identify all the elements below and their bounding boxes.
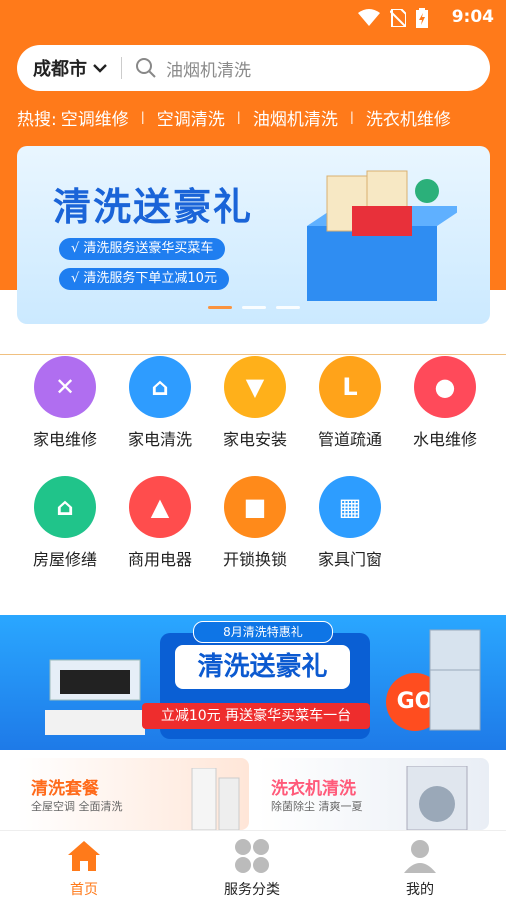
washing-machine-illustration [406, 766, 468, 830]
hot-search-item[interactable]: 油烟机清洗 [253, 105, 338, 130]
banner-line: √ 清洗服务下单立减10元 [59, 268, 229, 290]
hot-search-item[interactable]: 空调维修 [61, 105, 129, 130]
water-drop-icon: ● [414, 356, 476, 418]
air-conditioner-illustration [191, 768, 240, 830]
tab-label: 服务分类 [224, 882, 280, 898]
category-item[interactable]: ⌂ 家电清洗 [120, 356, 200, 450]
category-label: 房屋修缮 [32, 550, 97, 569]
hot-search-label: 热搜: [17, 109, 57, 130]
fridge-illustration [429, 629, 481, 731]
promo-subtitle: 立减10元 再送豪华买菜车一台 [142, 703, 370, 729]
promo-strip[interactable]: 8月清洗特惠礼 清洗送豪礼 立减10元 再送豪华买菜车一台 GO [0, 615, 506, 750]
carousel-dot[interactable] [241, 306, 266, 309]
category-item[interactable]: L 管道疏通 [310, 356, 390, 450]
no-sim-icon [390, 9, 406, 27]
drill-icon: ▼ [224, 356, 286, 418]
tab-home[interactable]: 首页 [0, 831, 168, 901]
city-label: 成都市 [33, 59, 87, 80]
window-icon: ▦ [319, 476, 381, 538]
search-bar[interactable]: 成都市 油烟机清洗 [17, 45, 490, 91]
wifi-icon [358, 9, 380, 26]
search-divider [121, 57, 122, 79]
appliance-icon: ▲ [129, 476, 191, 538]
carousel-dot[interactable] [207, 306, 232, 309]
category-label: 商用电器 [127, 550, 192, 569]
promo-banner-carousel[interactable]: 清洗送豪礼 √ 清洗服务送豪华买菜车 √ 清洗服务下单立减10元 [17, 146, 490, 324]
category-label: 家电清洗 [127, 430, 192, 449]
status-bar: 9:04 [0, 0, 506, 34]
banner-title: 清洗送豪礼 [53, 185, 254, 229]
tab-profile[interactable]: 我的 [336, 831, 504, 901]
battery-icon [416, 8, 428, 28]
category-item[interactable]: ⌂ 房屋修缮 [25, 476, 105, 570]
house-icon: ⌂ [34, 476, 96, 538]
category-label: 家电安装 [222, 430, 287, 449]
category-item[interactable]: ✕ 家电维修 [25, 356, 105, 450]
carousel-dot[interactable] [275, 306, 300, 309]
tab-label: 首页 [70, 882, 98, 898]
category-label: 家电维修 [32, 430, 97, 449]
carousel-dots [17, 306, 490, 309]
section-divider [0, 354, 506, 355]
service-card[interactable]: 洗衣机清洗 除菌除尘 清爽一夏 [257, 758, 489, 830]
promo-tag: 8月清洗特惠礼 [193, 621, 333, 643]
hot-separator: | [236, 110, 241, 124]
card-subtitle: 除菌除尘 清爽一夏 [271, 800, 363, 813]
status-icons [358, 8, 428, 28]
tab-label: 我的 [406, 882, 434, 898]
search-icon [136, 58, 156, 78]
search-input[interactable]: 油烟机清洗 [166, 56, 251, 81]
spray-bottle-icon: ⌂ [129, 356, 191, 418]
hot-search-item[interactable]: 空调清洗 [157, 105, 225, 130]
pipe-icon: L [319, 356, 381, 418]
service-card[interactable]: 清洗套餐 全屋空调 全面清洗 [17, 758, 249, 830]
hot-separator: | [140, 110, 145, 124]
status-time: 9:04 [451, 7, 494, 27]
category-item[interactable]: ▲ 商用电器 [120, 476, 200, 570]
chevron-down-icon [93, 64, 107, 73]
tab-categories[interactable]: 服务分类 [168, 831, 336, 901]
hot-separator: | [349, 110, 354, 124]
hot-search-row: 热搜: 空调维修 | 空调清洗 | 油烟机清洗 | 洗衣机维修 [17, 104, 497, 130]
category-item[interactable]: ▼ 家电安装 [215, 356, 295, 450]
category-item[interactable]: ● 水电维修 [405, 356, 485, 450]
card-title: 清洗套餐 [31, 779, 99, 799]
category-label: 家具门窗 [317, 550, 382, 569]
category-label: 开锁换锁 [222, 550, 287, 569]
range-hood-illustration [45, 659, 145, 735]
category-label: 管道疏通 [317, 430, 382, 449]
gift-box-illustration [307, 170, 457, 301]
hot-search-item[interactable]: 洗衣机维修 [366, 105, 451, 130]
category-item[interactable]: ■ 开锁换锁 [215, 476, 295, 570]
user-icon [404, 840, 436, 873]
promo-title: 清洗送豪礼 [175, 645, 350, 689]
tools-icon: ✕ [34, 356, 96, 418]
card-subtitle: 全屋空调 全面清洗 [31, 800, 123, 813]
card-title: 洗衣机清洗 [271, 779, 356, 799]
grid-icon [235, 839, 269, 873]
home-icon [68, 841, 100, 871]
banner-line: √ 清洗服务送豪华买菜车 [59, 238, 226, 260]
lock-icon: ■ [224, 476, 286, 538]
bottom-tab-bar: 首页 服务分类 我的 [0, 830, 506, 901]
category-label: 水电维修 [412, 430, 477, 449]
city-selector[interactable]: 成都市 [33, 55, 107, 81]
category-item[interactable]: ▦ 家具门窗 [310, 476, 390, 570]
